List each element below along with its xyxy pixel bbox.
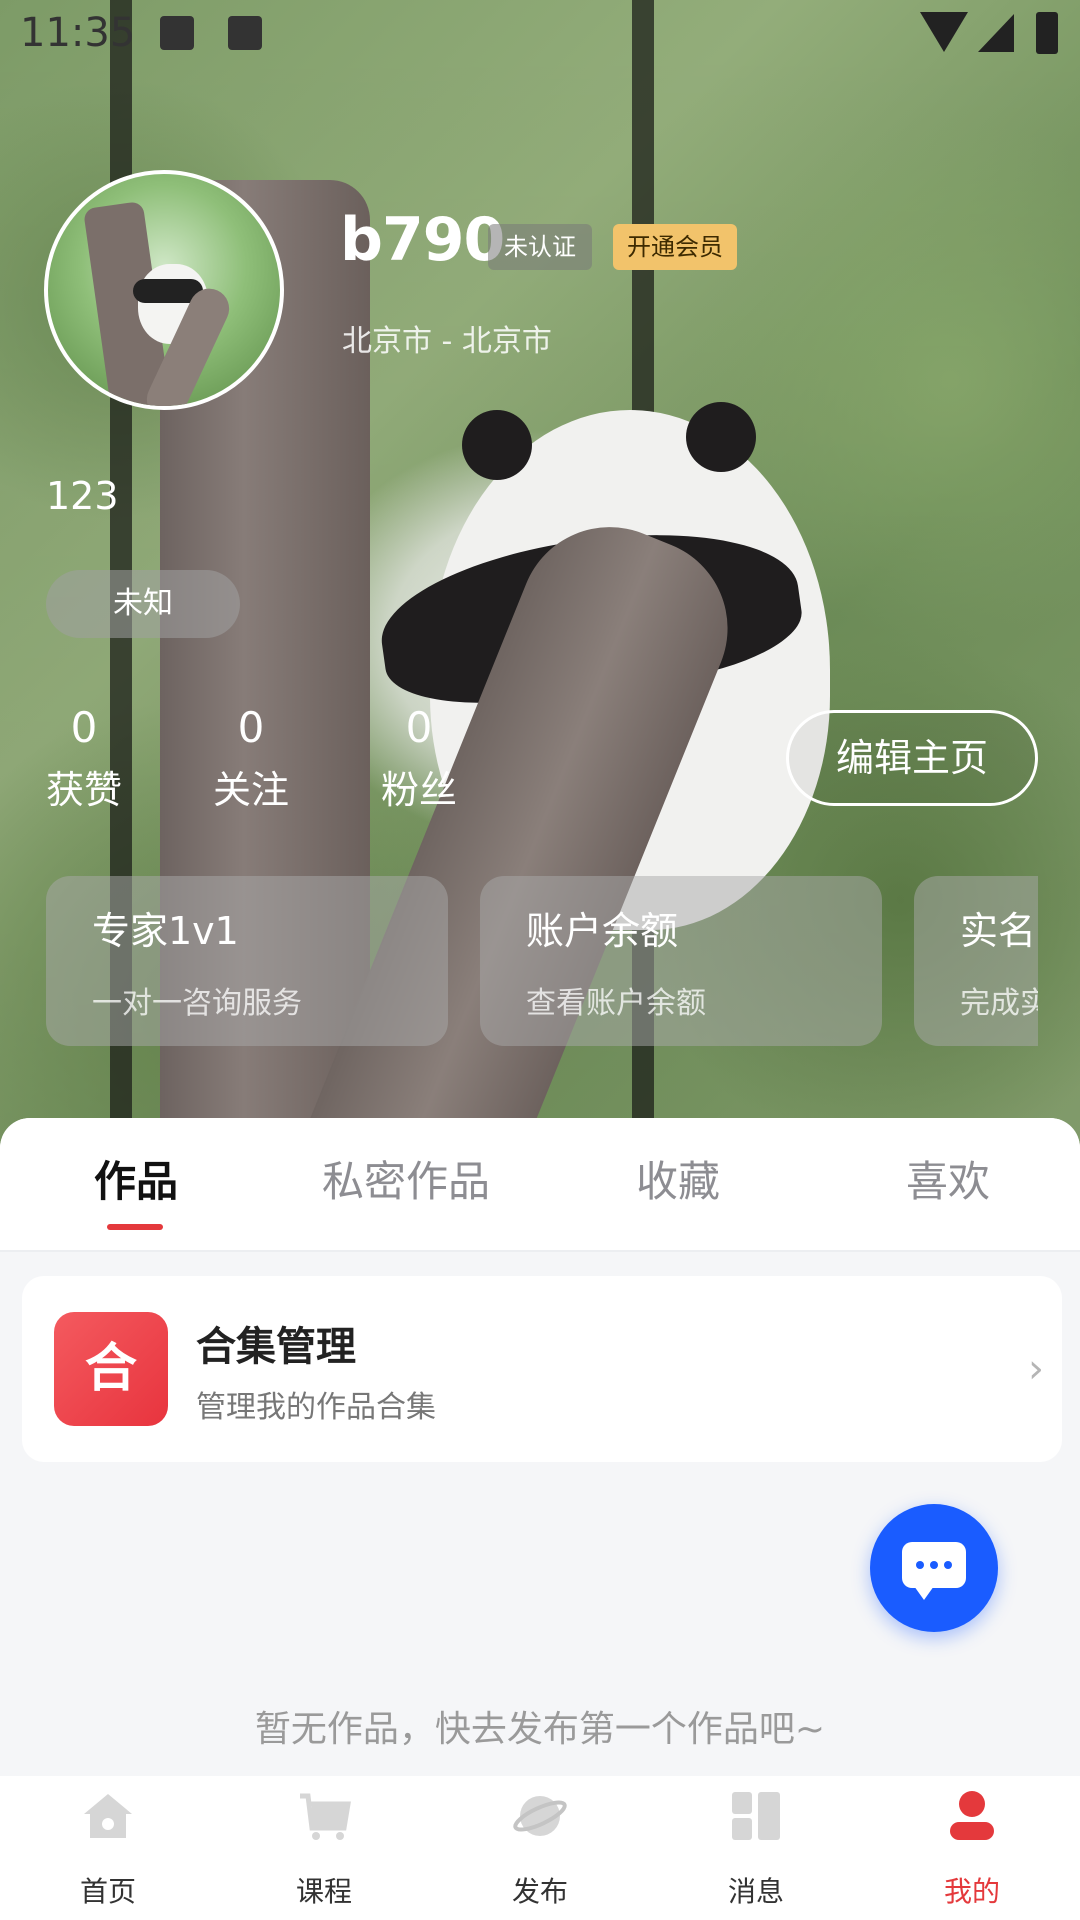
keyboard-notification-icon [228, 16, 262, 50]
stat-likes[interactable]: 0 获赞 [29, 700, 139, 818]
signal-icon [978, 14, 1014, 52]
planet-icon [513, 1796, 567, 1836]
edit-profile-button[interactable]: 编辑主页 [786, 710, 1038, 806]
background-panda-ear [462, 410, 532, 480]
nav-label: 首页 [79, 1875, 136, 1908]
avatar[interactable] [44, 170, 284, 410]
gender-tag: 未知 [46, 570, 240, 638]
stat-value: 0 [70, 703, 98, 752]
card-subtitle: 完成实 [960, 986, 1038, 1021]
nav-item-courses[interactable]: 课程 [216, 1776, 432, 1920]
service-card-realname[interactable]: 实名 完成实 [914, 876, 1038, 1046]
stat-value: 0 [405, 703, 433, 752]
stat-followers[interactable]: 0 粉丝 [364, 700, 474, 818]
nav-item-mine[interactable]: 我的 [864, 1776, 1080, 1920]
collection-subtitle: 管理我的作品合集 [196, 1390, 436, 1425]
card-title: 专家1v1 [92, 909, 239, 953]
nav-item-publish[interactable]: 发布 [432, 1776, 648, 1920]
username: b790 [340, 205, 505, 275]
chevron-right-icon: › [1028, 1346, 1044, 1392]
unverified-badge[interactable]: 未认证 [488, 224, 592, 270]
service-card-balance[interactable]: 账户余额 查看账户余额 [480, 876, 882, 1046]
bio-text: 123 [46, 474, 119, 518]
nav-item-home[interactable]: 首页 [0, 1776, 216, 1920]
stat-label: 获赞 [45, 768, 122, 812]
service-card-expert[interactable]: 专家1v1 一对一咨询服务 [46, 876, 448, 1046]
card-title: 实名 [960, 909, 1037, 953]
tab-favorites[interactable]: 收藏 [636, 1148, 720, 1209]
tab-likes[interactable]: 喜欢 [906, 1148, 990, 1209]
nav-label: 我的 [943, 1875, 1000, 1908]
card-subtitle: 查看账户余额 [526, 986, 706, 1021]
cart-icon [300, 1793, 351, 1840]
stat-label: 粉丝 [380, 768, 457, 812]
tab-private-works[interactable]: 私密作品 [322, 1148, 490, 1209]
content-tabs: 作品 私密作品 收藏 喜欢 [0, 1118, 1080, 1252]
status-bar: 11:35 [0, 0, 1080, 70]
background-panda-ear [686, 402, 756, 472]
nav-label: 发布 [511, 1875, 568, 1908]
wifi-icon [920, 12, 968, 52]
vip-badge[interactable]: 开通会员 [613, 224, 737, 270]
stat-label: 关注 [212, 768, 289, 812]
grid-icon [732, 1792, 780, 1840]
status-time: 11:35 [20, 10, 136, 56]
service-cards-row[interactable]: 专家1v1 一对一咨询服务 账户余额 查看账户余额 实名 完成实 [46, 876, 1038, 1048]
collection-icon: 合 [54, 1312, 168, 1426]
card-title: 账户余额 [526, 909, 679, 953]
tab-active-indicator [107, 1224, 163, 1230]
chat-fab-button[interactable] [870, 1504, 998, 1632]
user-icon [950, 1791, 994, 1840]
card-subtitle: 一对一咨询服务 [92, 986, 302, 1021]
tab-works[interactable]: 作品 [94, 1148, 178, 1209]
home-icon [84, 1794, 132, 1838]
image-notification-icon [160, 16, 194, 50]
nav-label: 课程 [295, 1875, 352, 1908]
bottom-navigation: 首页 课程 发布 消息 我的 [0, 1776, 1080, 1920]
stat-value: 0 [237, 703, 265, 752]
collection-title: 合集管理 [196, 1324, 356, 1370]
battery-icon [1036, 12, 1058, 54]
content-panel: 作品 私密作品 收藏 喜欢 合 合集管理 管理我的作品合集 › [0, 1118, 1080, 1778]
stat-following[interactable]: 0 关注 [196, 700, 306, 818]
nav-label: 消息 [727, 1875, 784, 1908]
nav-item-messages[interactable]: 消息 [648, 1776, 864, 1920]
location-text: 北京市 - 北京市 [342, 324, 552, 359]
collection-management-item[interactable]: 合 合集管理 管理我的作品合集 › [22, 1276, 1062, 1462]
empty-state-text: 暂无作品，快去发布第一个作品吧~ [254, 1709, 826, 1750]
